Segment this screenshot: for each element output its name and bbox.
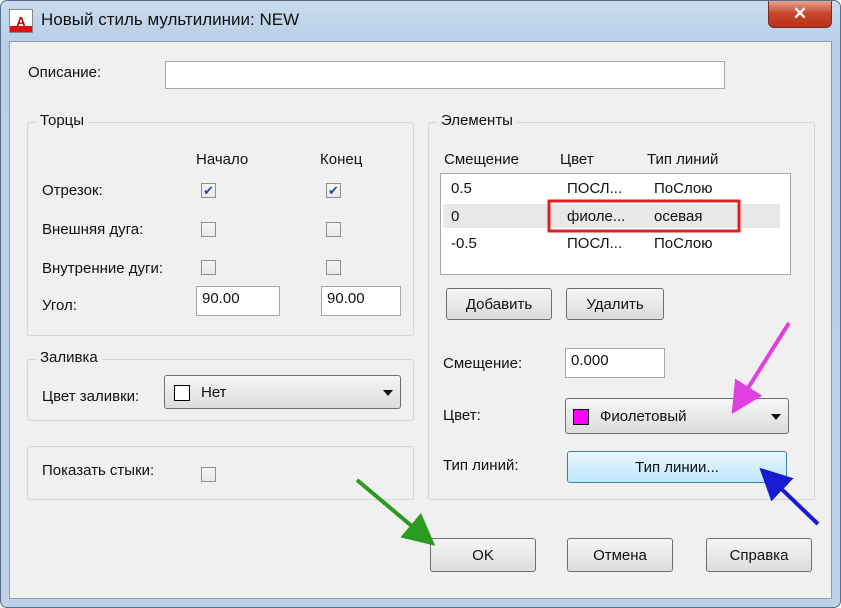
element-row-offset[interactable]: 0.5 [451,180,472,197]
caps-line-end-checkbox[interactable]: ✔ [326,183,341,198]
caps-group-title: Торцы [36,112,89,129]
linetype-button[interactable]: Тип линии... [567,451,787,483]
element-row-linetype[interactable]: ПоСлою [654,180,712,197]
elements-list[interactable]: 0.5 ПОСЛ... ПоСлою 0 фиоле... осевая -0.… [440,173,791,275]
element-row-offset[interactable]: -0.5 [451,235,477,252]
autocad-app-icon: A [9,9,33,33]
element-row-color[interactable]: фиоле... [567,208,625,225]
caps-col-end-header: Конец [320,151,363,168]
caps-angle-end-input[interactable]: 90.00 [321,286,401,316]
ok-button[interactable]: OK [430,538,536,572]
add-element-button[interactable]: Добавить [446,288,552,320]
help-button[interactable]: Справка [706,538,812,572]
dialog-client-area: Описание: Торцы Начало Конец Отрезок: ✔ … [9,41,832,599]
caps-outer-arc-end-checkbox[interactable] [326,222,341,237]
close-button[interactable]: ✕ [768,1,832,28]
element-color-swatch [573,409,589,425]
remove-element-button[interactable]: Удалить [566,288,664,320]
caps-angle-label: Угол: [42,297,77,314]
element-row-color[interactable]: ПОСЛ... [567,235,622,252]
show-joints-checkbox[interactable] [201,467,216,482]
element-row-linetype[interactable]: ПоСлою [654,235,712,252]
fill-color-swatch [174,385,190,401]
caps-inner-arcs-end-checkbox[interactable] [326,260,341,275]
caps-inner-arcs-start-checkbox[interactable] [201,260,216,275]
show-joints-label: Показать стыки: [42,462,155,479]
elements-header-offset: Смещение [444,151,520,168]
elements-header-linetype: Тип линий [647,151,719,168]
element-row-offset[interactable]: 0 [451,208,459,225]
title-bar[interactable]: A Новый стиль мультилинии: NEW ✕ [1,1,840,41]
window-title: Новый стиль мультилинии: NEW [41,10,300,29]
description-label: Описание: [28,64,102,81]
element-color-dropdown[interactable]: Фиолетовый [565,398,789,434]
element-color-value: Фиолетовый [600,408,687,425]
chevron-down-icon [771,414,781,420]
element-row-linetype[interactable]: осевая [654,208,702,225]
caps-col-start-header: Начало [196,151,249,168]
fill-color-dropdown[interactable]: Нет [164,375,401,409]
caps-angle-start-input[interactable]: 90.00 [196,286,280,316]
fill-color-value: Нет [201,384,227,401]
caps-line-label: Отрезок: [42,182,103,199]
element-linetype-label: Тип линий: [443,457,519,474]
cancel-button[interactable]: Отмена [567,538,673,572]
elements-group-title: Элементы [437,112,517,129]
caps-outer-arc-label: Внешняя дуга: [42,221,144,238]
fill-color-label: Цвет заливки: [42,388,140,405]
elements-header-color: Цвет [560,151,594,168]
element-offset-input[interactable]: 0.000 [565,348,665,378]
element-color-label: Цвет: [443,407,481,424]
dialog-window: A Новый стиль мультилинии: NEW ✕ Описани… [0,0,841,608]
element-offset-label: Смещение: [443,355,523,372]
element-row-color[interactable]: ПОСЛ... [567,180,622,197]
caps-outer-arc-start-checkbox[interactable] [201,222,216,237]
caps-inner-arcs-label: Внутренние дуги: [42,260,164,277]
fill-group-title: Заливка [36,349,102,366]
chevron-down-icon [383,390,393,396]
description-input[interactable] [165,61,725,89]
caps-line-start-checkbox[interactable]: ✔ [201,183,216,198]
